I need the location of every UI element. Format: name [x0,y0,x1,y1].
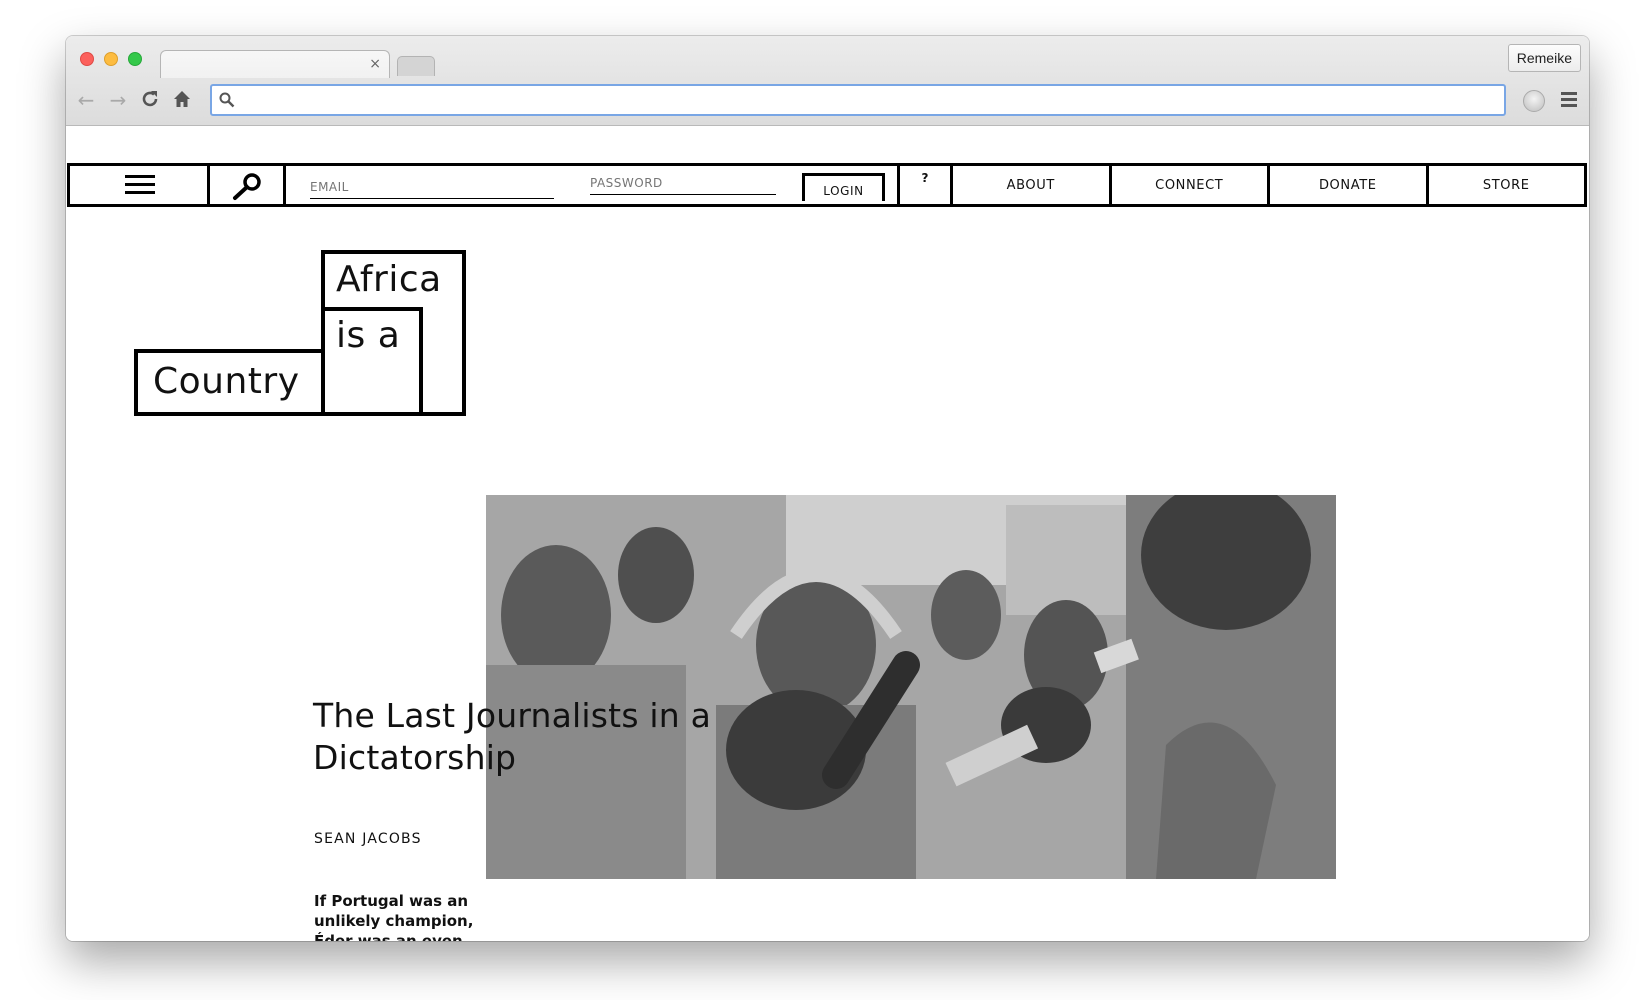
address-input[interactable] [240,86,1490,114]
home-icon[interactable] [170,88,194,112]
minimize-window-button[interactable] [104,52,118,66]
help-label: ? [921,171,929,185]
article-title[interactable]: The Last Journalists in a Dictatorship [313,695,813,779]
back-arrow-icon[interactable]: ← [74,88,98,112]
reload-icon[interactable] [138,88,162,112]
browser-menu-icon[interactable] [1561,92,1577,108]
site-search-button[interactable] [210,166,286,204]
login-section: LOGIN [286,166,900,204]
close-tab-icon[interactable]: × [369,56,381,72]
extension-icon[interactable] [1523,90,1545,112]
logo-text-country: Country [153,361,300,402]
article-hero-image[interactable] [486,495,1336,879]
password-field[interactable] [590,173,776,193]
zoom-window-button[interactable] [128,52,142,66]
magnifier-icon [233,173,261,200]
new-tab-button[interactable] [397,56,435,76]
profile-button[interactable]: Remeike [1507,44,1581,72]
logo-text-africa: Africa [336,259,442,300]
nav-link-about[interactable]: ABOUT [953,166,1112,204]
logo-text-is-a: is a [336,315,401,356]
nav-link-donate[interactable]: DONATE [1270,166,1429,204]
search-icon [219,92,235,108]
journalists-photo [486,495,1336,879]
nav-link-connect[interactable]: CONNECT [1112,166,1270,204]
site-navbar: LOGIN ? ABOUT CONNECT DONATE STORE [67,163,1587,207]
forward-arrow-icon[interactable]: → [106,88,130,112]
help-button[interactable]: ? [900,166,953,204]
login-button[interactable]: LOGIN [802,173,885,201]
site-menu-button[interactable] [70,166,210,204]
browser-chrome: × Remeike ← → [66,36,1589,126]
password-field-wrapper [590,173,776,195]
nav-link-store[interactable]: STORE [1429,166,1585,204]
close-window-button[interactable] [80,52,94,66]
browser-toolbar: ← → [66,78,1589,126]
email-field[interactable] [310,177,554,197]
site-page: LOGIN ? ABOUT CONNECT DONATE STORE Afric… [66,126,1589,941]
address-bar[interactable] [210,84,1506,116]
browser-window: × Remeike ← → EMAIL LOGIN ? ABOUT CONNEC… [66,36,1589,941]
article-author[interactable]: SEAN JACOBS [314,831,422,847]
article-excerpt: If Portugal was an unlikely champion, Éd… [314,892,474,941]
email-field-wrapper [310,177,554,199]
browser-tab[interactable]: × [160,50,390,78]
hamburger-icon [125,175,155,199]
